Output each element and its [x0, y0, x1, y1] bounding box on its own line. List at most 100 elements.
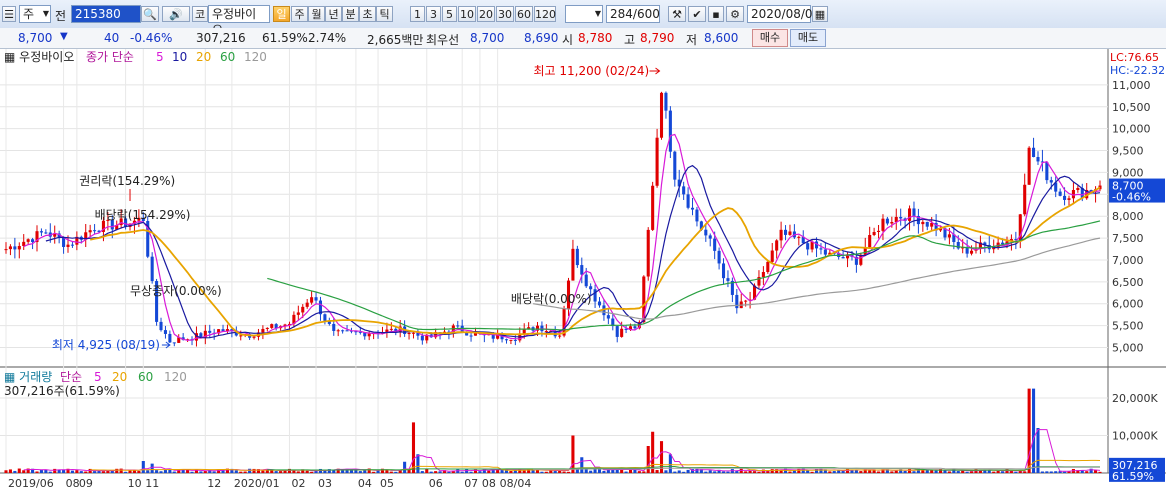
calendar-icon[interactable]: ▦: [812, 6, 828, 22]
interval-button[interactable]: 3: [426, 6, 441, 22]
candle-body: [735, 294, 739, 309]
candle-body: [708, 235, 712, 239]
volume-bar: [438, 471, 442, 473]
buy-button[interactable]: 매수: [752, 29, 788, 47]
candle-body: [615, 326, 619, 337]
candle-body: [159, 321, 163, 331]
stock-code-input[interactable]: 215380: [71, 5, 141, 23]
volume-bar: [682, 471, 686, 473]
volume-bar: [4, 470, 8, 473]
period-button[interactable]: 분: [342, 6, 359, 22]
gear-icon[interactable]: ⚙: [726, 6, 744, 22]
volume-bar: [101, 471, 105, 473]
volume-bar: [597, 469, 602, 473]
candle-body: [323, 314, 327, 321]
candle-body: [163, 330, 167, 334]
candle-body: [296, 312, 300, 315]
candle-body: [770, 250, 774, 262]
candle-body: [806, 243, 810, 250]
custom-interval-input[interactable]: ▼: [565, 5, 603, 23]
time-tick-label: 11: [145, 477, 159, 490]
volume-bar: [1085, 471, 1089, 473]
price-change: 40: [104, 31, 120, 45]
candle-body: [775, 240, 779, 251]
check-icon[interactable]: ✔: [688, 6, 706, 22]
volume-bar: [150, 463, 154, 473]
volume-bar: [394, 471, 398, 473]
volume-bar: [203, 471, 207, 473]
menu-icon[interactable]: ☰: [2, 6, 16, 22]
candle-body: [580, 265, 584, 275]
low-price: 8,600: [704, 31, 739, 45]
period-button[interactable]: 주: [291, 6, 308, 22]
volume-bar: [668, 454, 672, 473]
volume-bar: [93, 471, 97, 473]
volume-bar: [841, 470, 845, 473]
volume-bar: [540, 471, 544, 473]
speaker-icon[interactable]: 🔊: [162, 6, 190, 22]
interval-button[interactable]: 5: [442, 6, 457, 22]
volume-bar: [965, 471, 969, 473]
interval-button[interactable]: 1: [410, 6, 425, 22]
candle-body: [885, 218, 889, 224]
save-icon[interactable]: ▪: [708, 6, 724, 22]
volume-bar: [248, 468, 252, 473]
candle-body: [1032, 147, 1036, 158]
price-panel-stock-label: ▦ 우정바이오: [4, 50, 74, 64]
high-label: 고: [624, 33, 636, 47]
search-icon[interactable]: 🔍: [141, 6, 159, 22]
sell-button[interactable]: 매도: [790, 29, 826, 47]
candle-body: [17, 246, 21, 250]
candle-body: [682, 186, 686, 195]
candle-body: [26, 239, 30, 242]
volume-bar: [903, 470, 907, 473]
candle-body: [690, 207, 695, 210]
volume-bar: [934, 470, 938, 473]
period-button[interactable]: 초: [359, 6, 376, 22]
period-button[interactable]: 월: [308, 6, 325, 22]
interval-button[interactable]: 30: [496, 6, 514, 22]
market-select[interactable]: 주 ▼: [19, 5, 51, 23]
candle-body: [970, 250, 974, 254]
time-tick-label: 07: [464, 477, 478, 490]
volume-bar: [434, 471, 438, 473]
period-day-button[interactable]: 일: [273, 6, 290, 22]
volume-bar: [274, 471, 278, 473]
volume-bar: [735, 471, 739, 473]
candle-body: [4, 249, 8, 251]
interval-button[interactable]: 10: [458, 6, 476, 22]
interval-button[interactable]: 20: [477, 6, 495, 22]
volume-bar: [141, 461, 145, 473]
candle-body: [1063, 195, 1067, 200]
candle-body: [1058, 191, 1062, 196]
interval-button[interactable]: 60: [515, 6, 533, 22]
volume-bar: [305, 470, 309, 473]
volume-bar: [429, 471, 433, 473]
date-field[interactable]: 2020/08/04: [747, 5, 820, 23]
hc-label: HC:-22.32: [1110, 64, 1165, 77]
tools-icon[interactable]: ⚒: [668, 6, 686, 22]
interval-button[interactable]: 120: [534, 6, 556, 22]
open-label: 시: [562, 33, 574, 47]
candle-body: [872, 231, 876, 236]
annotation-high: 최고 11,200 (02/24): [534, 64, 650, 78]
period-button[interactable]: 년: [325, 6, 342, 22]
candle-body: [744, 300, 748, 302]
stock-name-field: 우정바이오: [208, 5, 270, 37]
data-count-field[interactable]: 284/600: [606, 5, 660, 23]
code-prefix-button[interactable]: 코: [192, 6, 208, 22]
chevron-down-icon: ▼: [594, 9, 601, 18]
volume-summary: 307,216주(61.59%): [4, 384, 120, 398]
candle-body: [673, 151, 677, 180]
volume-bar: [234, 470, 238, 473]
volume-legend-prefix: 단순: [60, 370, 82, 384]
volume-bar: [243, 471, 247, 473]
volume-bar: [163, 469, 167, 473]
volume-bar: [952, 468, 956, 473]
candle-body: [575, 248, 579, 266]
candle-body: [44, 232, 48, 234]
period-button[interactable]: 틱: [376, 6, 393, 22]
volume-bar: [389, 471, 393, 473]
candle-body: [859, 254, 863, 265]
lc-label: LC:76.65: [1110, 51, 1159, 64]
